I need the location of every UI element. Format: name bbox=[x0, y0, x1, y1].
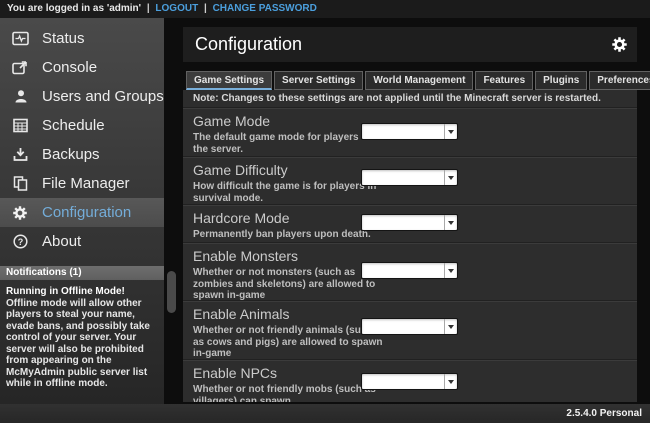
gear-icon bbox=[11, 204, 29, 221]
svg-text:?: ? bbox=[17, 237, 23, 247]
game-difficulty-select[interactable] bbox=[361, 169, 458, 186]
sidebar-item-label: About bbox=[42, 233, 81, 250]
select-button bbox=[444, 170, 457, 185]
logout-link[interactable]: LOGOUT bbox=[155, 3, 198, 14]
logged-in-text: You are logged in as 'admin' bbox=[7, 3, 141, 14]
enable-npcs-select[interactable] bbox=[361, 373, 458, 390]
notifications-body: Running in Offline Mode! Offline mode wi… bbox=[0, 280, 164, 390]
sidebar-item-label: Backups bbox=[42, 146, 100, 163]
enable-monsters-select[interactable] bbox=[361, 262, 458, 279]
sidebar-item-console[interactable]: Console bbox=[0, 53, 164, 82]
console-icon bbox=[11, 59, 29, 76]
setting-description: The default game mode for players on the… bbox=[193, 132, 385, 155]
chevron-down-icon bbox=[448, 130, 454, 134]
select-button bbox=[444, 124, 457, 139]
setting-description: Whether or not friendly animals (such as… bbox=[193, 325, 385, 360]
sidebar-item-label: Status bbox=[42, 30, 85, 47]
setting-enable-npcs: Enable NPCs Whether or not friendly mobs… bbox=[183, 359, 637, 402]
chevron-down-icon bbox=[448, 325, 454, 329]
sidebar-item-about[interactable]: ? About bbox=[0, 227, 164, 256]
tab-features[interactable]: Features bbox=[475, 71, 533, 90]
scrollbar-thumb[interactable] bbox=[167, 271, 176, 313]
question-icon: ? bbox=[11, 233, 29, 250]
setting-game-difficulty: Game Difficulty How difficult the game i… bbox=[183, 156, 637, 204]
tab-preferences[interactable]: Preferences bbox=[589, 71, 650, 90]
sidebar-item-label: Users and Groups bbox=[42, 88, 164, 105]
version-label: 2.5.4.0 Personal bbox=[566, 408, 642, 419]
sidebar-item-status[interactable]: Status bbox=[0, 24, 164, 53]
enable-animals-select[interactable] bbox=[361, 318, 458, 335]
setting-hardcore-mode: Hardcore Mode Permanently ban players up… bbox=[183, 204, 637, 242]
setting-game-mode: Game Mode The default game mode for play… bbox=[183, 107, 637, 156]
chevron-down-icon bbox=[448, 269, 454, 273]
select-button bbox=[444, 374, 457, 389]
sidebar-item-file-manager[interactable]: File Manager bbox=[0, 169, 164, 198]
setting-description: Whether or not monsters (such as zombies… bbox=[193, 267, 385, 302]
page-title: Configuration bbox=[195, 27, 302, 62]
schedule-icon bbox=[11, 117, 29, 134]
setting-enable-monsters: Enable Monsters Whether or not monsters … bbox=[183, 242, 637, 300]
status-icon bbox=[11, 30, 29, 47]
config-tabs: Game Settings Server Settings World Mana… bbox=[186, 71, 637, 90]
chevron-down-icon bbox=[448, 176, 454, 180]
sidebar-item-label: Schedule bbox=[42, 117, 105, 134]
sidebar-item-label: File Manager bbox=[42, 175, 130, 192]
setting-description: Permanently ban players upon death. bbox=[193, 229, 385, 241]
sidebar-item-label: Console bbox=[42, 59, 97, 76]
restart-note: Note: Changes to these settings are not … bbox=[183, 90, 637, 107]
sidebar: Status Console Users and Groups Schedule bbox=[0, 18, 164, 404]
game-mode-select[interactable] bbox=[361, 123, 458, 140]
sidebar-nav: Status Console Users and Groups Schedule bbox=[0, 18, 164, 256]
change-password-link[interactable]: CHANGE PASSWORD bbox=[213, 3, 317, 14]
sidebar-item-backups[interactable]: Backups bbox=[0, 140, 164, 169]
topbar: You are logged in as 'admin' | LOGOUT | … bbox=[0, 0, 650, 18]
chevron-down-icon bbox=[448, 221, 454, 225]
tab-world-management[interactable]: World Management bbox=[365, 71, 473, 90]
select-button bbox=[444, 215, 457, 230]
select-button bbox=[444, 263, 457, 278]
sidebar-scrollbar[interactable] bbox=[165, 18, 178, 404]
tab-plugins[interactable]: Plugins bbox=[535, 71, 587, 90]
sidebar-item-configuration[interactable]: Configuration bbox=[0, 198, 164, 227]
setting-description: Whether or not friendly mobs (such as vi… bbox=[193, 384, 385, 402]
file-manager-icon bbox=[11, 175, 29, 192]
sidebar-item-users-and-groups[interactable]: Users and Groups bbox=[0, 82, 164, 111]
mcmyadmin-window: You are logged in as 'admin' | LOGOUT | … bbox=[0, 0, 650, 423]
separator: | bbox=[147, 3, 150, 14]
hardcore-mode-select[interactable] bbox=[361, 214, 458, 231]
sidebar-item-label: Configuration bbox=[42, 204, 131, 221]
tab-game-settings[interactable]: Game Settings bbox=[186, 71, 272, 90]
gear-icon[interactable] bbox=[611, 36, 628, 53]
setting-enable-animals: Enable Animals Whether or not friendly a… bbox=[183, 300, 637, 359]
separator: | bbox=[204, 3, 207, 14]
notifications-header: Notifications (1) bbox=[0, 266, 164, 280]
page-header: Configuration bbox=[183, 27, 637, 62]
chevron-down-icon bbox=[448, 380, 454, 384]
status-bar: 2.5.4.0 Personal bbox=[0, 404, 650, 423]
tab-server-settings[interactable]: Server Settings bbox=[274, 71, 363, 90]
settings-panel: Note: Changes to these settings are not … bbox=[183, 90, 637, 402]
notification-text: Offline mode will allow other players to… bbox=[6, 298, 158, 390]
select-button bbox=[444, 319, 457, 334]
users-icon bbox=[11, 88, 29, 105]
notification-title: Running in Offline Mode! bbox=[6, 286, 158, 298]
backups-icon bbox=[11, 146, 29, 163]
sidebar-item-schedule[interactable]: Schedule bbox=[0, 111, 164, 140]
setting-description: How difficult the game is for players in… bbox=[193, 181, 385, 204]
